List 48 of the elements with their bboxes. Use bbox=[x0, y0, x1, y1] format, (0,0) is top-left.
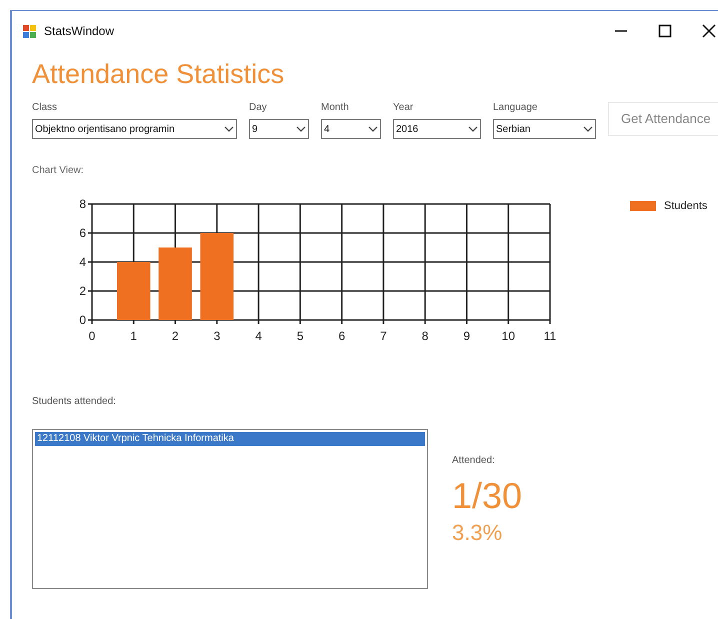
page-heading: Attendance Statistics bbox=[32, 61, 286, 88]
section-label: Students attended: bbox=[32, 395, 117, 409]
dropdown[interactable]: 9 bbox=[249, 119, 309, 139]
close-icon[interactable] bbox=[702, 24, 716, 38]
chevron-icon bbox=[368, 126, 378, 132]
x-tick-label: 8 bbox=[422, 329, 428, 343]
chevron-icon bbox=[583, 126, 593, 132]
attended-label: Attended: bbox=[452, 454, 496, 468]
chevron-icon bbox=[468, 126, 478, 132]
field-label: Month bbox=[321, 101, 350, 115]
x-tick-label: 2 bbox=[172, 329, 179, 343]
dropdown[interactable]: 2016 bbox=[393, 119, 481, 139]
field-label: Class bbox=[32, 101, 58, 115]
y-tick-label: 6 bbox=[79, 226, 86, 240]
dropdown[interactable]: Serbian bbox=[493, 119, 596, 139]
maximize-icon[interactable] bbox=[658, 24, 672, 38]
field-label: Year bbox=[393, 101, 414, 115]
student-list[interactable]: 12112108 Viktor Vrpnic Tehnicka Informatika bbox=[32, 429, 428, 589]
legend-swatch bbox=[630, 201, 656, 212]
x-tick-label: 10 bbox=[502, 329, 516, 343]
dropdown[interactable]: Objektno orjentisano programin bbox=[32, 119, 237, 139]
x-tick-label: 0 bbox=[88, 329, 96, 343]
get-attendance-button[interactable]: Get Attendance bbox=[608, 102, 718, 136]
dropdown[interactable]: 4 bbox=[321, 119, 381, 139]
y-tick-label: 0 bbox=[79, 313, 86, 327]
chevron-icon bbox=[224, 126, 234, 132]
y-tick-label: 4 bbox=[79, 255, 86, 269]
student-list-item[interactable]: 12112108 Viktor Vrpnic Tehnicka Informatika bbox=[35, 432, 425, 446]
window-title: StatsWindow bbox=[44, 23, 114, 40]
chart-bar bbox=[116, 262, 150, 320]
x-tick-label: 11 bbox=[544, 329, 556, 343]
x-tick-label: 6 bbox=[338, 329, 346, 343]
field-label: Day bbox=[249, 101, 268, 115]
x-tick-label: 3 bbox=[214, 329, 220, 343]
attended-percent: 3.3% bbox=[452, 522, 504, 544]
chevron-icon bbox=[296, 126, 306, 132]
field-label: Language bbox=[493, 101, 538, 115]
x-tick-label: 5 bbox=[296, 329, 304, 343]
x-tick-label: 7 bbox=[380, 329, 387, 343]
section-label: Chart View: bbox=[32, 164, 85, 178]
x-tick-label: 1 bbox=[130, 329, 137, 343]
y-tick-label: 8 bbox=[79, 197, 86, 211]
legend-label: Students bbox=[664, 199, 708, 214]
x-tick-label: 9 bbox=[463, 329, 470, 343]
attended-ratio: 1/30 bbox=[452, 478, 522, 514]
app-icon bbox=[22, 23, 38, 39]
x-tick-label: 4 bbox=[255, 329, 262, 343]
y-tick-label: 2 bbox=[79, 284, 86, 298]
